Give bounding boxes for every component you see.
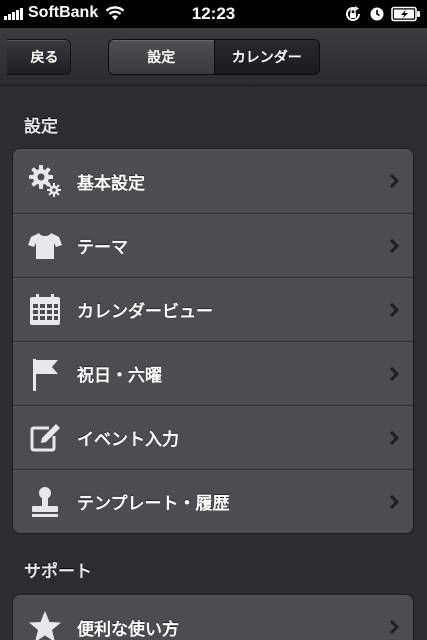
segment-settings[interactable]: 設定 — [109, 40, 214, 74]
tshirt-icon — [25, 226, 65, 266]
segment-settings-label: 設定 — [147, 50, 176, 66]
row-label: 便利な使い方 — [77, 619, 179, 640]
stamp-icon — [25, 482, 65, 522]
segment-calendar-label: カレンダー — [231, 50, 302, 66]
settings-list[interactable]: 設定 基本設定 テーマ カレンダービュー 祝日・六曜 イベント入力 テンプレート… — [0, 87, 427, 640]
rotation-lock-icon — [346, 6, 360, 21]
section-header-support: サポート — [24, 562, 92, 582]
row-theme[interactable]: テーマ — [13, 213, 413, 277]
row-label: 祝日・六曜 — [77, 366, 162, 386]
row-label: カレンダービュー — [77, 302, 213, 322]
row-holidays[interactable]: 祝日・六曜 — [13, 341, 413, 405]
flag-icon — [25, 354, 65, 394]
row-label: イベント入力 — [77, 430, 179, 450]
support-group: 便利な使い方 — [12, 594, 414, 640]
back-button[interactable]: 戻る — [7, 39, 71, 75]
settings-group: 基本設定 テーマ カレンダービュー 祝日・六曜 イベント入力 テンプレート・履歴 — [12, 148, 414, 534]
chevron-right-icon — [389, 173, 399, 189]
alarm-icon — [370, 7, 384, 21]
segmented-control: 設定 カレンダー — [108, 39, 320, 75]
row-calendar-view[interactable]: カレンダービュー — [13, 277, 413, 341]
chevron-right-icon — [389, 238, 399, 253]
row-templates-history[interactable]: テンプレート・履歴 — [13, 469, 413, 533]
row-tips[interactable]: 便利な使い方 — [13, 595, 413, 640]
segment-calendar[interactable]: カレンダー — [213, 40, 319, 74]
row-label: テンプレート・履歴 — [77, 494, 230, 514]
chevron-right-icon — [389, 302, 399, 317]
calendar-grid-icon — [25, 290, 65, 330]
section-header-settings: 設定 — [24, 117, 58, 137]
back-button-label: 戻る — [30, 50, 59, 66]
chevron-right-icon — [389, 366, 399, 381]
row-event-input[interactable]: イベント入力 — [13, 405, 413, 469]
gears-icon — [25, 161, 65, 201]
star-icon — [25, 607, 65, 640]
row-label: テーマ — [77, 238, 128, 258]
chevron-right-icon — [389, 619, 399, 635]
chevron-right-icon — [389, 430, 399, 445]
edit-icon — [25, 418, 65, 458]
row-label: 基本設定 — [77, 173, 145, 194]
status-bar: SoftBank 12:23 — [0, 0, 427, 28]
navigation-bar: 戻る 設定 カレンダー — [0, 28, 427, 86]
chevron-right-icon — [389, 494, 399, 509]
status-bar-right — [337, 4, 421, 24]
battery-charging-icon — [391, 6, 420, 22]
row-basic-settings[interactable]: 基本設定 — [13, 149, 413, 213]
